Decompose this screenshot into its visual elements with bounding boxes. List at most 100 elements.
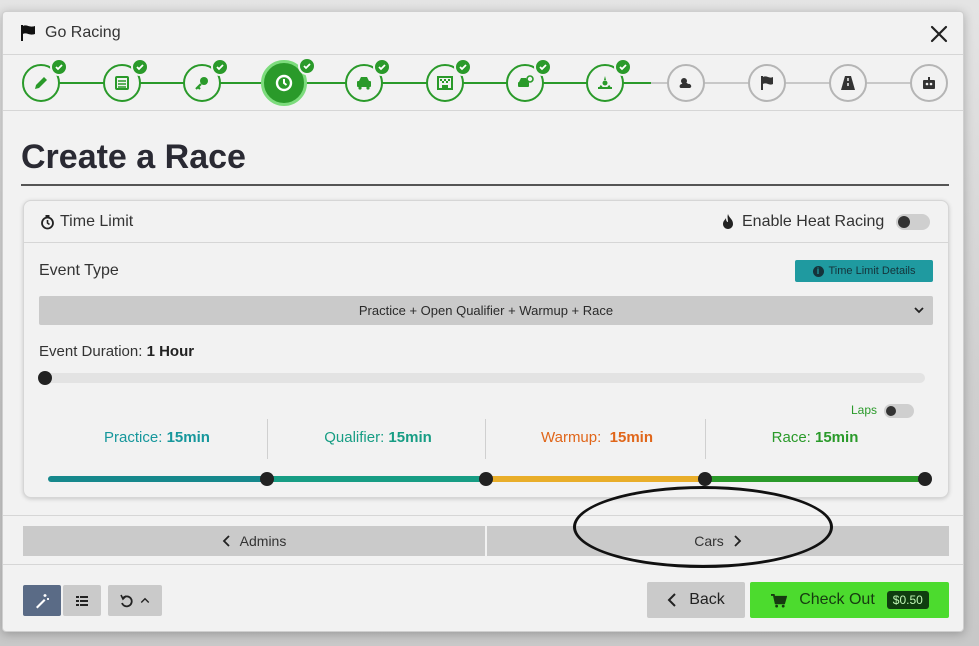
step-robot[interactable] [910, 64, 948, 102]
heat-racing-toggle[interactable] [896, 214, 930, 230]
prev-step-label: Admins [239, 533, 287, 549]
undo-icon [120, 594, 133, 607]
undo-menu-button[interactable] [108, 585, 162, 616]
step-track[interactable] [426, 58, 472, 102]
time-limit-details-button[interactable]: i Time Limit Details [795, 260, 933, 282]
card-header: Time Limit Enable Heat Racing [24, 201, 948, 243]
robot-icon [923, 77, 935, 89]
toggle-knob [898, 216, 910, 228]
check-icon [534, 58, 552, 76]
check-icon [614, 58, 632, 76]
segment-warmup: Warmup: 15min [490, 429, 704, 446]
back-button[interactable]: Back [647, 582, 745, 618]
phase-handle[interactable] [260, 472, 274, 486]
go-racing-dialog: Go Racing Create a Race Time Limit Enabl… [2, 11, 964, 632]
qualifier-bar [267, 476, 486, 482]
toggle-knob [886, 406, 896, 416]
window-title: Go Racing [45, 24, 121, 41]
step-info[interactable] [103, 58, 149, 102]
segment-race: Race: 15min [710, 429, 920, 446]
step-access[interactable] [183, 58, 229, 102]
track-icon [437, 76, 453, 90]
fire-icon [723, 214, 733, 229]
prev-step-button[interactable]: Admins [23, 526, 485, 556]
step-navigation: Admins Cars [3, 515, 963, 565]
segment-divider [485, 419, 486, 459]
step-details[interactable] [22, 58, 68, 102]
segment-value: 15min [388, 429, 432, 446]
close-icon[interactable] [929, 24, 949, 44]
list-mode-button[interactable] [63, 585, 101, 616]
event-type-select[interactable]: Practice + Open Qualifier + Warmup + Rac… [39, 296, 933, 325]
step-weather[interactable] [667, 64, 705, 102]
race-bar [705, 476, 925, 482]
chevron-left-icon [667, 593, 676, 607]
check-icon [211, 58, 229, 76]
event-type-label: Event Type [39, 262, 119, 279]
duration-slider-handle[interactable] [38, 371, 52, 385]
card-title: Time Limit [60, 213, 134, 230]
step-cars[interactable] [345, 58, 391, 102]
duration-slider-track[interactable] [39, 373, 925, 383]
segment-value: 15min [166, 429, 210, 446]
clock-icon [275, 74, 293, 92]
check-icon [298, 57, 316, 75]
check-icon [131, 58, 149, 76]
laps-label: Laps [851, 403, 878, 417]
segment-label: Warmup: [541, 429, 602, 446]
list-view-icon [76, 595, 88, 606]
title-divider [21, 184, 949, 186]
phase-handle[interactable] [479, 472, 493, 486]
cars-icon [357, 77, 371, 90]
list-icon [115, 76, 129, 90]
page-title: Create a Race [21, 138, 246, 176]
weather-icon [679, 78, 692, 88]
chevron-down-icon [914, 307, 924, 314]
check-icon [50, 58, 68, 76]
segment-qualifier: Qualifier: 15min [272, 429, 484, 446]
step-session[interactable] [586, 58, 632, 102]
step-flag[interactable] [748, 64, 786, 102]
next-step-label: Cars [694, 533, 724, 549]
wizard-stepper [3, 56, 963, 111]
segment-label: Practice: [104, 429, 163, 446]
duration-prefix: Event Duration: [39, 343, 143, 360]
segment-value: 15min [815, 429, 859, 446]
price-badge: $0.50 [886, 591, 929, 609]
pencil-icon [35, 77, 47, 89]
back-button-label: Back [689, 591, 725, 608]
session-icon [598, 76, 612, 89]
laps-toggle[interactable] [884, 404, 914, 418]
event-duration-label: Event Duration: 1 Hour [39, 343, 194, 360]
practice-bar [48, 476, 267, 482]
warmup-bar [486, 476, 705, 482]
segment-label: Race: [771, 429, 811, 446]
checkout-button[interactable]: Check Out $0.50 [750, 582, 949, 618]
segment-practice: Practice: 15min [52, 429, 262, 446]
phase-handle[interactable] [918, 472, 932, 486]
flag-icon [21, 25, 35, 41]
phase-handle[interactable] [698, 472, 712, 486]
duration-value: 1 Hour [146, 343, 195, 360]
segment-divider [267, 419, 268, 459]
step-road[interactable] [829, 64, 867, 102]
segment-value: 15min [609, 429, 653, 446]
next-step-button[interactable]: Cars [487, 526, 949, 556]
wizard-mode-button[interactable] [23, 585, 61, 616]
segment-divider [705, 419, 706, 459]
segment-label: Qualifier: [324, 429, 385, 446]
info-icon: i [812, 265, 824, 277]
road-icon [841, 76, 855, 90]
check-icon [454, 58, 472, 76]
title-bar: Go Racing [3, 12, 963, 55]
chevron-up-icon [140, 597, 150, 603]
details-button-label: Time Limit Details [828, 265, 916, 277]
chevron-left-icon [222, 535, 230, 547]
step-car-settings[interactable] [506, 58, 552, 102]
heat-racing-label: Enable Heat Racing [742, 213, 885, 230]
event-type-value: Practice + Open Qualifier + Warmup + Rac… [358, 303, 614, 318]
step-time-limit[interactable] [261, 57, 316, 106]
time-limit-card: Time Limit Enable Heat Racing Event Type… [23, 200, 949, 498]
magic-wand-icon [36, 593, 49, 608]
car-settings-icon [518, 75, 534, 87]
